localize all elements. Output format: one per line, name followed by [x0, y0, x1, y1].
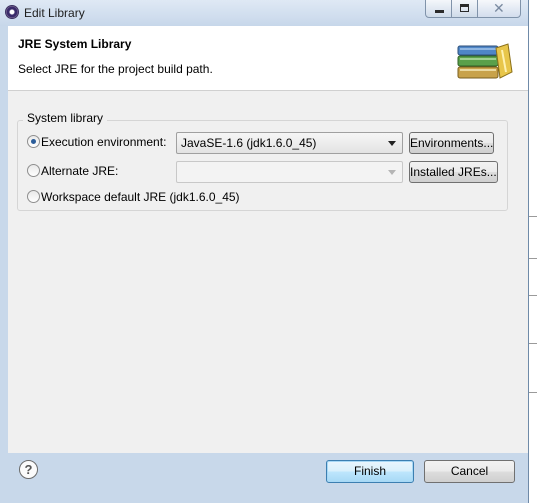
execution-environment-combo[interactable]: JavaSE-1.6 (jdk1.6.0_45) — [176, 132, 403, 154]
background-divider — [529, 343, 537, 344]
alternate-jre-radio[interactable] — [27, 164, 40, 177]
background-divider — [529, 258, 537, 259]
title-bar[interactable]: Edit Library ✕ — [0, 0, 528, 26]
alternate-jre-label: Alternate JRE: — [41, 164, 119, 178]
minimize-button[interactable] — [425, 0, 452, 18]
page-title: JRE System Library — [18, 37, 132, 51]
finish-button[interactable]: Finish — [326, 460, 414, 483]
edit-library-dialog: Edit Library ✕ JRE System Library Select… — [0, 0, 529, 503]
alternate-jre-combo[interactable] — [176, 161, 403, 183]
environments-button[interactable]: Environments... — [409, 132, 495, 154]
app-icon — [5, 5, 19, 19]
maximize-button[interactable] — [451, 0, 478, 18]
cancel-button[interactable]: Cancel — [424, 460, 515, 483]
system-library-group: Execution environment: JavaSE-1.6 (jdk1.… — [17, 120, 508, 211]
group-label: System library — [23, 111, 108, 125]
page-description: Select JRE for the project build path. — [18, 62, 213, 76]
execution-environment-value: JavaSE-1.6 (jdk1.6.0_45) — [181, 136, 317, 150]
background-window-edge — [529, 0, 537, 503]
workspace-default-jre-label: Workspace default JRE (jdk1.6.0_45) — [41, 190, 240, 204]
background-divider — [529, 216, 537, 217]
dropdown-arrow-icon — [388, 141, 396, 146]
close-button[interactable]: ✕ — [477, 0, 521, 18]
help-icon[interactable]: ? — [19, 460, 38, 479]
workspace-default-jre-radio[interactable] — [27, 190, 40, 203]
installed-jres-button[interactable]: Installed JREs... — [409, 161, 498, 183]
dropdown-arrow-icon — [388, 170, 396, 175]
minimize-icon — [435, 10, 444, 13]
background-divider — [529, 295, 537, 296]
wizard-header: JRE System Library Select JRE for the pr… — [8, 26, 528, 91]
dialog-content: Execution environment: JavaSE-1.6 (jdk1.… — [8, 91, 528, 453]
execution-environment-label: Execution environment: — [41, 135, 167, 149]
close-icon: ✕ — [493, 0, 505, 16]
maximize-icon — [460, 4, 469, 12]
execution-environment-radio[interactable] — [27, 135, 40, 148]
window-title: Edit Library — [24, 6, 85, 20]
library-books-icon — [457, 43, 513, 79]
background-divider — [529, 392, 537, 393]
